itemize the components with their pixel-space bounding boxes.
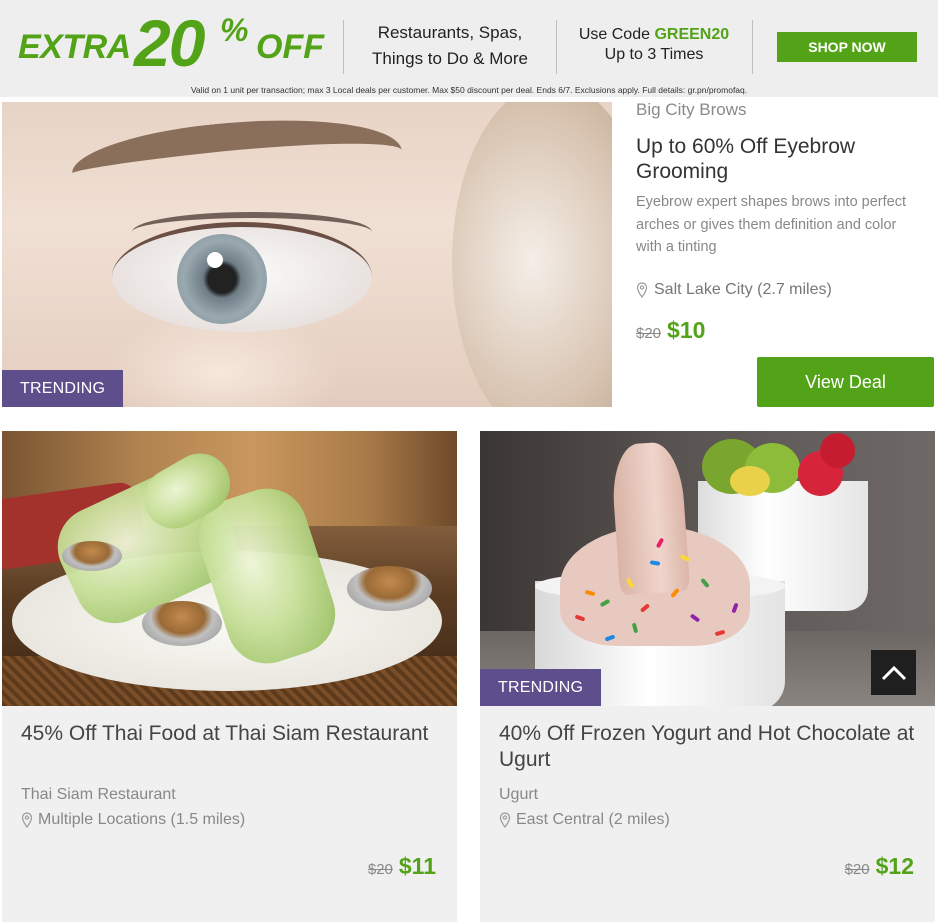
deal-card-title[interactable]: 45% Off Thai Food at Thai Siam Restauran… [21, 721, 441, 747]
original-price: $20 [367, 861, 393, 878]
deal-card-price: $20 $12 [845, 853, 914, 880]
featured-deal-title[interactable]: Up to 60% Off Eyebrow Grooming [636, 134, 926, 184]
trending-badge: TRENDING [2, 370, 124, 407]
deal-card-image[interactable] [480, 431, 935, 706]
featured-location-text: Salt Lake City (2.7 miles) [654, 281, 832, 298]
shop-now-button[interactable]: SHOP NOW [777, 32, 917, 62]
promo-banner: EXTRA 20 % OFF Restaurants, Spas, Things… [0, 0, 938, 97]
promo-percent: % [220, 12, 249, 48]
deal-price: $10 [667, 317, 706, 343]
featured-merchant[interactable]: Big City Brows [636, 100, 747, 120]
promo-categories-line1: Restaurants, Spas, [377, 23, 523, 42]
promo-divider [343, 20, 344, 74]
deal-card-merchant: Thai Siam Restaurant [21, 786, 176, 803]
deal-card-froyo[interactable]: TRENDING 40% Off Frozen Yogurt and Hot C… [480, 431, 935, 922]
featured-price: $20 $10 [636, 317, 705, 344]
promo-code-prefix: Use Code [578, 26, 650, 43]
promo-off-text: OFF [256, 28, 324, 66]
deal-card-image[interactable] [2, 431, 457, 706]
promo-code-limit: Up to 3 Times [604, 46, 704, 63]
promo-amount: 20 [134, 6, 205, 80]
deal-card-location-text: Multiple Locations (1.5 miles) [38, 811, 246, 828]
deal-card-price: $20 $11 [368, 853, 436, 880]
original-price: $20 [636, 325, 662, 342]
view-deal-button[interactable]: View Deal [757, 357, 934, 407]
featured-location: Salt Lake City (2.7 miles) [636, 281, 832, 299]
promo-categories-line2: Things to Do & More [372, 49, 528, 68]
featured-deal-image[interactable] [2, 102, 612, 407]
promo-categories: Restaurants, Spas, Things to Do & More [350, 20, 550, 72]
deal-card-thai[interactable]: 45% Off Thai Food at Thai Siam Restauran… [2, 431, 457, 922]
featured-deal-description: Eyebrow expert shapes brows into perfect… [636, 194, 906, 255]
deal-card-merchant: Ugurt [499, 786, 539, 803]
promo-extra-text: EXTRA [18, 28, 131, 66]
scroll-to-top-button[interactable] [871, 650, 916, 695]
map-pin-icon [21, 812, 33, 828]
trending-badge: TRENDING [480, 669, 602, 706]
deal-card-title[interactable]: 40% Off Frozen Yogurt and Hot Chocolate … [499, 721, 919, 773]
promo-divider [752, 20, 753, 74]
promo-code: GREEN20 [654, 26, 730, 43]
deal-card-location-text: East Central (2 miles) [516, 811, 670, 828]
deal-card-location: East Central (2 miles) [499, 811, 670, 829]
map-pin-icon [499, 812, 511, 828]
map-pin-icon [636, 282, 648, 298]
deal-price: $11 [398, 853, 436, 879]
promo-code-block: Use Code GREEN20 Up to 3 Times [562, 25, 746, 65]
promo-divider [556, 20, 557, 74]
original-price: $20 [844, 861, 870, 878]
deal-price: $12 [875, 853, 914, 879]
deal-card-location: Multiple Locations (1.5 miles) [21, 811, 245, 829]
promo-fine-print: Valid on 1 unit per transaction; max 3 L… [190, 85, 748, 95]
chevron-up-icon [881, 665, 906, 680]
